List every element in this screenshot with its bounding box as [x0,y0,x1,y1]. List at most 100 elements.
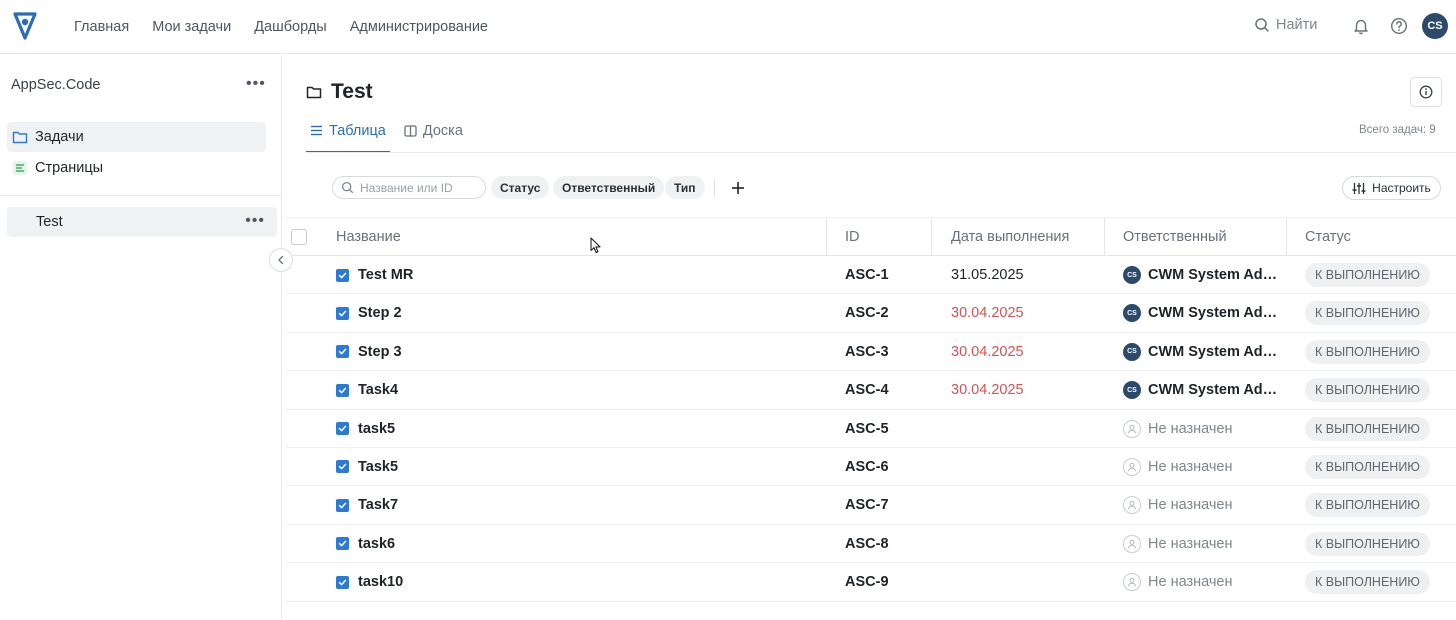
table-row[interactable]: Task5 ASC-6 Не назначен К ВЫПОЛНЕНИЮ [286,448,1456,487]
search-icon [1255,18,1269,32]
configure-button[interactable]: Настроить [1342,176,1441,200]
task-assignee-cell[interactable]: CS CWM System Admi... [1123,371,1288,409]
task-assignee: Не назначен [1148,420,1233,437]
column-header-status[interactable]: Статус [1305,218,1351,256]
nav-item-dashboards[interactable]: Дашборды [254,19,327,35]
filter-chip-type[interactable]: Тип [665,176,705,199]
status-badge[interactable]: К ВЫПОЛНЕНИЮ [1305,493,1430,518]
task-assignee-cell[interactable]: CS CWM System Admi... [1123,294,1288,332]
column-header-due-date[interactable]: Дата выполнения [951,218,1069,256]
select-all-checkbox[interactable] [291,229,307,245]
nav-item-administration[interactable]: Администрирование [350,19,488,35]
global-search-button[interactable]: Найти [1254,17,1317,33]
status-badge[interactable]: К ВЫПОЛНЕНИЮ [1305,339,1430,364]
task-assignee-cell[interactable]: Не назначен [1123,486,1288,524]
task-name-cell[interactable]: task5 [336,410,395,448]
section-more-icon[interactable]: ••• [245,212,265,230]
table-row[interactable]: Task4 ASC-4 30.04.2025 CS CWM System Admi...… [286,371,1456,410]
sidebar-item-tasks[interactable]: Задачи [7,122,266,152]
status-badge[interactable]: К ВЫПОЛНЕНИЮ [1305,531,1430,556]
task-name: Test MR [358,267,414,283]
chevron-left-icon [278,255,284,265]
info-button[interactable] [1410,77,1442,107]
collapse-sidebar-button[interactable] [269,248,293,272]
board-icon [404,125,417,137]
table-row[interactable]: Step 2 ASC-2 30.04.2025 CS CWM System Admi..… [286,294,1456,333]
list-icon [311,125,322,136]
app-logo-icon[interactable] [12,11,38,41]
tab-table[interactable]: Таблица [306,110,390,153]
task-search-field[interactable] [332,176,486,199]
task-assignee-cell[interactable]: Не назначен [1123,410,1288,448]
task-name-cell[interactable]: Task4 [336,371,398,409]
pages-icon [13,161,27,175]
task-name-cell[interactable]: Task5 [336,448,398,486]
task-name-cell[interactable]: Task7 [336,486,398,524]
task-status-cell: К ВЫПОЛНЕНИЮ [1305,371,1430,409]
status-badge[interactable]: К ВЫПОЛНЕНИЮ [1305,378,1430,403]
tab-board[interactable]: Доска [400,110,467,152]
add-filter-button[interactable] [726,176,750,200]
column-header-assignee[interactable]: Ответственный [1123,218,1227,256]
status-badge[interactable]: К ВЫПОЛНЕНИЮ [1305,454,1430,479]
table-row[interactable]: task6 ASC-8 Не назначен К ВЫПОЛНЕНИЮ [286,525,1456,564]
task-type-icon [336,268,349,282]
status-badge[interactable]: К ВЫПОЛНЕНИЮ [1305,570,1430,595]
task-assignee-cell[interactable]: CS CWM System Admi... [1123,333,1288,371]
user-avatar[interactable]: CS [1422,13,1448,39]
task-name-cell[interactable]: Test MR [336,256,413,294]
help-icon[interactable] [1390,17,1408,35]
column-header-id[interactable]: ID [845,218,860,256]
task-name-cell[interactable]: task10 [336,563,403,601]
project-more-icon[interactable]: ••• [246,75,266,93]
status-badge[interactable]: К ВЫПОЛНЕНИЮ [1305,263,1430,287]
task-assignee-cell[interactable]: Не назначен [1123,563,1288,601]
task-due-date: 30.04.2025 [951,382,1024,399]
task-assignee-cell[interactable]: CS CWM System Admi... [1123,256,1288,294]
table-body: Test MR ASC-1 31.05.2025 CS CWM System Admi.… [286,256,1456,602]
sidebar-item-pages[interactable]: Страницы [7,153,266,183]
task-name: task10 [358,574,404,591]
task-assignee: Не назначен [1148,574,1233,591]
info-icon [1419,85,1433,99]
nav-item-home[interactable]: Главная [74,19,129,35]
sidebar-divider [0,195,281,196]
table-row[interactable]: Step 3 ASC-3 30.04.2025 CS CWM System Admi..… [286,333,1456,372]
task-name: Step 2 [358,305,402,322]
column-header-name[interactable]: Название [336,218,401,256]
unassigned-user-icon [1123,534,1141,553]
table-row[interactable]: task10 ASC-9 Не назначен К ВЫПОЛНЕНИЮ [286,563,1456,602]
search-label: Найти [1276,17,1318,33]
column-separator [1104,218,1105,256]
task-search-input[interactable] [360,180,480,195]
task-assignee-cell[interactable]: Не назначен [1123,525,1288,563]
folder-icon [12,131,28,144]
task-name: Task7 [358,497,399,514]
task-assignee-cell[interactable]: Не назначен [1123,448,1288,486]
bell-icon[interactable] [1352,17,1370,35]
task-status-cell: К ВЫПОЛНЕНИЮ [1305,486,1430,524]
task-name-cell[interactable]: task6 [336,525,395,563]
task-due-date: 30.04.2025 [951,343,1024,360]
table-row[interactable]: task5 ASC-5 Не назначен К ВЫПОЛНЕНИЮ [286,410,1456,448]
task-id: ASC-6 [845,458,889,475]
sidebar-section-test[interactable]: Test ••• [7,207,277,237]
sidebar: AppSec.Code ••• Задачи Страницы Test ••• [0,55,282,620]
task-due-date: 30.04.2025 [951,305,1024,322]
task-type-icon [336,498,349,512]
nav-item-my-tasks[interactable]: Мои задачи [152,19,231,35]
task-name-cell[interactable]: Step 2 [336,294,402,332]
filter-chip-status[interactable]: Статус [491,176,550,199]
view-tabs: Таблица Доска [306,110,477,153]
task-assignee: Не назначен [1148,458,1233,475]
table-row[interactable]: Test MR ASC-1 31.05.2025 CS CWM System Admi.… [286,256,1456,295]
tab-label: Доска [422,123,463,139]
status-badge[interactable]: К ВЫПОЛНЕНИЮ [1305,416,1430,441]
status-badge[interactable]: К ВЫПОЛНЕНИЮ [1305,301,1430,326]
task-assignee: Не назначен [1148,535,1233,552]
task-id: ASC-4 [845,382,889,399]
table-row[interactable]: Task7 ASC-7 Не назначен К ВЫПОЛНЕНИЮ [286,486,1456,525]
task-name-cell[interactable]: Step 3 [336,333,402,371]
filter-chip-assignee[interactable]: Ответственный [553,176,665,199]
task-type-icon [336,383,349,397]
